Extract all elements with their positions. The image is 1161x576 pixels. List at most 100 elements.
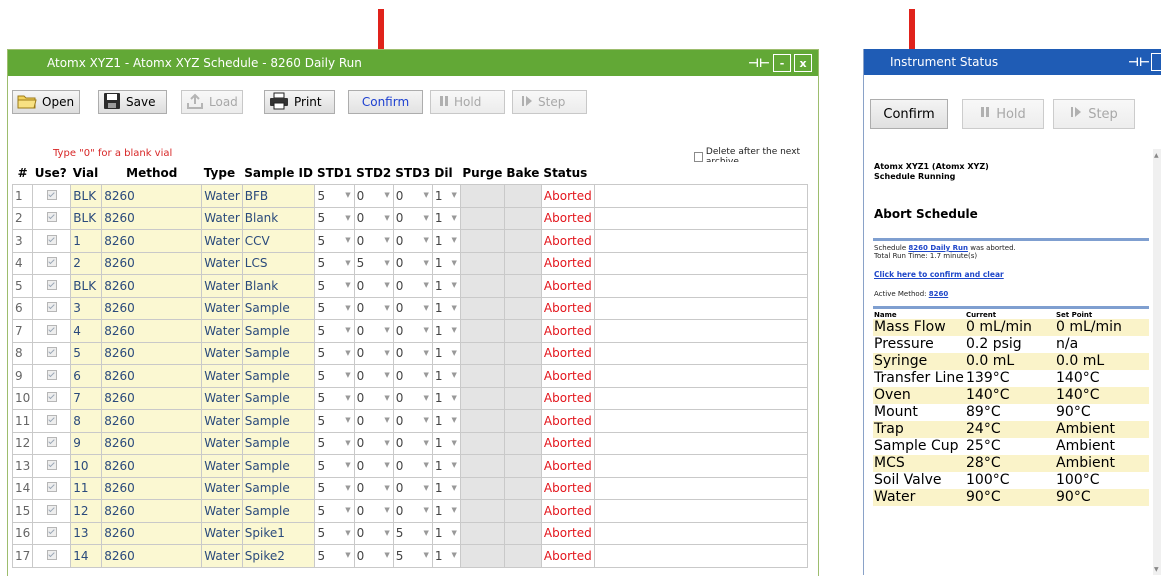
- bake-cell[interactable]: [503, 499, 542, 523]
- sample-id-cell[interactable]: Sample: [241, 476, 316, 500]
- use-cell[interactable]: [32, 296, 72, 320]
- purge-cell[interactable]: [459, 274, 505, 298]
- std2-dropdown[interactable]: 0 ▼: [353, 544, 394, 568]
- table-row[interactable]: 10 7 8260 Water Sample 5 ▼ 0 ▼ 0 ▼ 1 ▼ Aborted: [11, 386, 809, 410]
- table-row[interactable]: 16 13 8260 Water Spike1 5 ▼ 0 ▼ 5 ▼ 1 ▼ Aborted: [11, 521, 809, 545]
- std2-dropdown[interactable]: 0 ▼: [353, 319, 394, 343]
- vial-cell[interactable]: 12: [70, 499, 103, 523]
- minimize-button[interactable]: [1151, 53, 1161, 71]
- std2-dropdown[interactable]: 0 ▼: [353, 206, 394, 230]
- use-cell[interactable]: [32, 386, 72, 410]
- table-row[interactable]: 13 10 8260 Water Sample 5 ▼ 0 ▼ 0 ▼ 1 ▼ Aborted: [11, 454, 809, 478]
- std1-dropdown[interactable]: 5 ▼: [314, 229, 355, 253]
- chevron-down-icon[interactable]: ▼: [384, 326, 389, 334]
- std2-dropdown[interactable]: 0 ▼: [353, 431, 394, 455]
- chevron-down-icon[interactable]: ▼: [452, 484, 457, 492]
- sample-id-cell[interactable]: CCV: [241, 229, 316, 253]
- chevron-down-icon[interactable]: ▼: [384, 484, 389, 492]
- use-checkbox[interactable]: [46, 324, 57, 335]
- chevron-down-icon[interactable]: ▼: [345, 551, 350, 559]
- chevron-down-icon[interactable]: ▼: [384, 259, 389, 267]
- vial-cell[interactable]: 13: [70, 521, 103, 545]
- chevron-down-icon[interactable]: ▼: [345, 461, 350, 469]
- use-cell[interactable]: [32, 251, 72, 275]
- chevron-down-icon[interactable]: ▼: [384, 529, 389, 537]
- dil-dropdown[interactable]: 1 ▼: [431, 476, 461, 500]
- use-checkbox[interactable]: [46, 549, 57, 560]
- dil-dropdown[interactable]: 1 ▼: [431, 206, 461, 230]
- save-button[interactable]: Save: [98, 90, 167, 114]
- std3-dropdown[interactable]: 5 ▼: [392, 544, 433, 568]
- open-button[interactable]: Open: [12, 90, 80, 114]
- vial-cell[interactable]: BLK: [70, 274, 103, 298]
- purge-cell[interactable]: [459, 386, 505, 410]
- purge-cell[interactable]: [459, 206, 505, 230]
- vial-cell[interactable]: 8: [70, 409, 103, 433]
- bake-cell[interactable]: [503, 431, 542, 455]
- scroll-down-icon[interactable]: ▼: [1154, 566, 1159, 573]
- chevron-down-icon[interactable]: ▼: [345, 371, 350, 379]
- vial-cell[interactable]: 10: [70, 454, 103, 478]
- bake-cell[interactable]: [503, 386, 542, 410]
- chevron-down-icon[interactable]: ▼: [384, 304, 389, 312]
- type-cell[interactable]: Water: [201, 184, 243, 208]
- type-cell[interactable]: Water: [201, 341, 243, 365]
- chevron-down-icon[interactable]: ▼: [452, 394, 457, 402]
- bake-cell[interactable]: [503, 364, 542, 388]
- std3-dropdown[interactable]: 0 ▼: [392, 296, 433, 320]
- vial-cell[interactable]: 11: [70, 476, 103, 500]
- dil-dropdown[interactable]: 1 ▼: [431, 341, 461, 365]
- type-cell[interactable]: Water: [201, 229, 243, 253]
- use-cell[interactable]: [32, 476, 72, 500]
- use-cell[interactable]: [32, 544, 72, 568]
- table-row[interactable]: 7 4 8260 Water Sample 5 ▼ 0 ▼ 0 ▼ 1 ▼ Aborted: [11, 319, 809, 343]
- column-header[interactable]: STD2: [354, 162, 394, 185]
- type-cell[interactable]: Water: [201, 274, 243, 298]
- vial-cell[interactable]: BLK: [70, 206, 103, 230]
- table-row[interactable]: 6 3 8260 Water Sample 5 ▼ 0 ▼ 0 ▼ 1 ▼ Aborted: [11, 296, 809, 320]
- sample-id-cell[interactable]: Sample: [241, 364, 316, 388]
- chevron-down-icon[interactable]: ▼: [424, 439, 429, 447]
- purge-cell[interactable]: [459, 409, 505, 433]
- chevron-down-icon[interactable]: ▼: [384, 506, 389, 514]
- table-row[interactable]: 17 14 8260 Water Spike2 5 ▼ 0 ▼ 5 ▼ 1 ▼ Aborted: [11, 544, 809, 568]
- std3-dropdown[interactable]: 0 ▼: [392, 319, 433, 343]
- use-checkbox[interactable]: [46, 212, 57, 223]
- bake-cell[interactable]: [503, 341, 542, 365]
- dil-dropdown[interactable]: 1 ▼: [431, 296, 461, 320]
- bake-cell[interactable]: [503, 319, 542, 343]
- chevron-down-icon[interactable]: ▼: [345, 214, 350, 222]
- bake-cell[interactable]: [503, 296, 542, 320]
- table-row[interactable]: 4 2 8260 Water LCS 5 ▼ 5 ▼ 0 ▼ 1 ▼ Aborted: [11, 251, 809, 275]
- chevron-down-icon[interactable]: ▼: [424, 259, 429, 267]
- column-header[interactable]: Dil: [432, 162, 461, 185]
- purge-cell[interactable]: [459, 296, 505, 320]
- purge-cell[interactable]: [459, 251, 505, 275]
- chevron-down-icon[interactable]: ▼: [452, 529, 457, 537]
- chevron-down-icon[interactable]: ▼: [452, 506, 457, 514]
- dil-dropdown[interactable]: 1 ▼: [431, 364, 461, 388]
- status-step-button[interactable]: Step: [1053, 99, 1135, 129]
- dil-dropdown[interactable]: 1 ▼: [431, 521, 461, 545]
- chevron-down-icon[interactable]: ▼: [345, 191, 350, 199]
- std1-dropdown[interactable]: 5 ▼: [314, 499, 355, 523]
- std1-dropdown[interactable]: 5 ▼: [314, 341, 355, 365]
- bake-cell[interactable]: [503, 409, 542, 433]
- status-scrollbar[interactable]: ▲ ▼: [1153, 149, 1161, 575]
- column-header[interactable]: Sample ID: [242, 162, 315, 185]
- chevron-down-icon[interactable]: ▼: [424, 326, 429, 334]
- chevron-down-icon[interactable]: ▼: [384, 394, 389, 402]
- chevron-down-icon[interactable]: ▼: [345, 281, 350, 289]
- method-cell[interactable]: 8260: [101, 431, 203, 455]
- table-row[interactable]: 8 5 8260 Water Sample 5 ▼ 0 ▼ 0 ▼ 1 ▼ Aborted: [11, 341, 809, 365]
- std3-dropdown[interactable]: 0 ▼: [392, 386, 433, 410]
- vial-cell[interactable]: 5: [70, 341, 103, 365]
- sample-id-cell[interactable]: Blank: [241, 274, 316, 298]
- method-cell[interactable]: 8260: [101, 454, 203, 478]
- use-cell[interactable]: [32, 364, 72, 388]
- use-cell[interactable]: [32, 206, 72, 230]
- std2-dropdown[interactable]: 0 ▼: [353, 274, 394, 298]
- table-row[interactable]: 14 11 8260 Water Sample 5 ▼ 0 ▼ 0 ▼ 1 ▼ Aborted: [11, 476, 809, 500]
- method-cell[interactable]: 8260: [101, 499, 203, 523]
- type-cell[interactable]: Water: [201, 386, 243, 410]
